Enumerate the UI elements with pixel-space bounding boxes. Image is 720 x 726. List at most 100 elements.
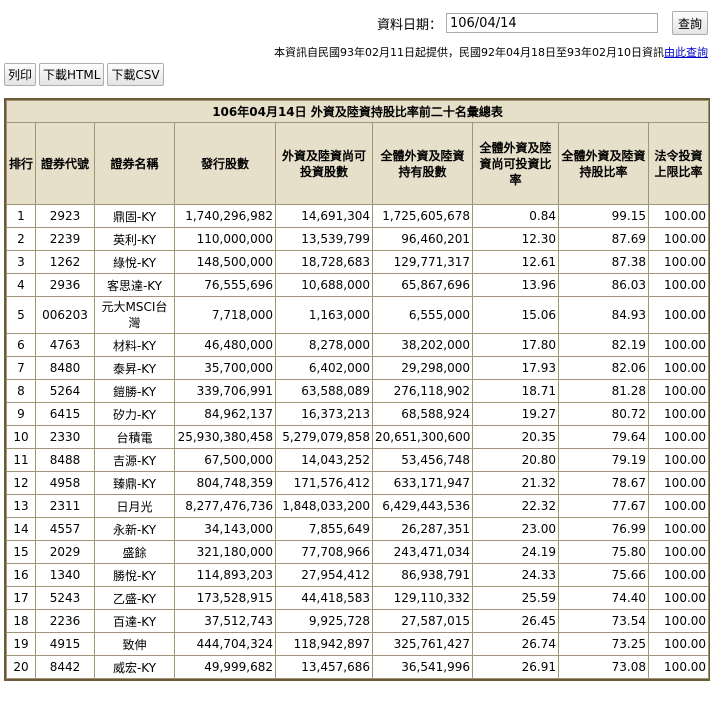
download-csv-button[interactable]: 下載CSV: [107, 63, 164, 86]
cell-rank: 17: [6, 586, 36, 610]
cell-code: 2936: [35, 273, 95, 297]
cell-held: 27,587,015: [372, 609, 473, 633]
cell-limit-ratio: 100.00: [647, 655, 710, 679]
cell-rank: 13: [6, 494, 36, 518]
cell-available: 13,539,799: [275, 227, 373, 251]
info-notice: 本資訊自民國93年02月11日起提供，民國92年04月18日至93年02月10日…: [274, 44, 708, 60]
col-header-code: 證券代號: [35, 122, 95, 205]
cell-limit-ratio: 100.00: [647, 471, 710, 495]
cell-available: 10,688,000: [275, 273, 373, 297]
table-row: 16 1340 勝悅-KY 114,893,203 27,954,412 86,938,7…: [6, 563, 710, 587]
cell-code: 2923: [35, 204, 95, 228]
cell-available: 13,457,686: [275, 655, 373, 679]
col-header-held-ratio: 全體外資及陸資持股比率: [558, 122, 649, 205]
cell-held-ratio: 87.69: [558, 227, 649, 251]
cell-available-ratio: 0.84: [472, 204, 559, 228]
cell-held: 1,725,605,678: [372, 204, 473, 228]
cell-name: 矽力-KY: [94, 402, 175, 426]
cell-available-ratio: 17.93: [472, 356, 559, 380]
table-row: 12 4958 臻鼎-KY 804,748,359 171,576,412 633,171…: [6, 471, 710, 495]
cell-limit-ratio: 100.00: [647, 609, 710, 633]
cell-held: 38,202,000: [372, 333, 473, 357]
col-header-held: 全體外資及陸資持有股數: [372, 122, 473, 205]
cell-issued: 1,740,296,982: [174, 204, 276, 228]
cell-available: 171,576,412: [275, 471, 373, 495]
cell-code: 8488: [35, 448, 95, 472]
cell-name: 致伸: [94, 632, 175, 656]
cell-available-ratio: 13.96: [472, 273, 559, 297]
cell-limit-ratio: 100.00: [647, 540, 710, 564]
cell-code: 5243: [35, 586, 95, 610]
cell-available-ratio: 25.59: [472, 586, 559, 610]
date-input[interactable]: [445, 13, 658, 33]
cell-available: 118,942,897: [275, 632, 373, 656]
cell-name: 鎧勝-KY: [94, 379, 175, 403]
cell-limit-ratio: 100.00: [647, 333, 710, 357]
cell-available-ratio: 12.61: [472, 250, 559, 274]
cell-held: 36,541,996: [372, 655, 473, 679]
table-row: 13 2311 日月光 8,277,476,736 1,848,033,200 6,429…: [6, 494, 710, 518]
cell-available: 27,954,412: [275, 563, 373, 587]
cell-rank: 16: [6, 563, 36, 587]
cell-issued: 339,706,991: [174, 379, 276, 403]
cell-name: 泰昇-KY: [94, 356, 175, 380]
cell-held-ratio: 82.06: [558, 356, 649, 380]
cell-available: 6,402,000: [275, 356, 373, 380]
table-row: 4 2936 客思達-KY 76,555,696 10,688,000 65,867,69…: [6, 273, 710, 297]
cell-held: 6,555,000: [372, 296, 473, 334]
query-button[interactable]: 查詢: [671, 11, 708, 35]
table-row: 3 1262 綠悅-KY 148,500,000 18,728,683 129,771,3…: [6, 250, 710, 274]
table-row: 9 6415 矽力-KY 84,962,137 16,373,213 68,588,924…: [6, 402, 710, 426]
cell-held-ratio: 75.66: [558, 563, 649, 587]
cell-rank: 14: [6, 517, 36, 541]
cell-available: 5,279,079,858: [275, 425, 373, 449]
cell-available-ratio: 12.30: [472, 227, 559, 251]
cell-name: 鼎固-KY: [94, 204, 175, 228]
cell-held: 53,456,748: [372, 448, 473, 472]
cell-available-ratio: 21.32: [472, 471, 559, 495]
cell-rank: 7: [6, 356, 36, 380]
cell-held-ratio: 87.38: [558, 250, 649, 274]
cell-available-ratio: 18.71: [472, 379, 559, 403]
cell-available: 16,373,213: [275, 402, 373, 426]
header-row: 排行 證券代號 證券名稱 發行股數 外資及陸資尚可投資股數 全體外資及陸資持有股…: [6, 122, 710, 205]
cell-held-ratio: 79.19: [558, 448, 649, 472]
date-query-bar: 資料日期： 查詢: [377, 11, 708, 35]
cell-held: 65,867,696: [372, 273, 473, 297]
cell-rank: 2: [6, 227, 36, 251]
cell-code: 4915: [35, 632, 95, 656]
notice-link[interactable]: 由此查詢: [664, 46, 708, 59]
cell-available-ratio: 15.06: [472, 296, 559, 334]
cell-issued: 8,277,476,736: [174, 494, 276, 518]
cell-held: 96,460,201: [372, 227, 473, 251]
print-button[interactable]: 列印: [4, 63, 37, 86]
table-row: 10 2330 台積電 25,930,380,458 5,279,079,858 20,6…: [6, 425, 710, 449]
cell-issued: 114,893,203: [174, 563, 276, 587]
cell-issued: 25,930,380,458: [174, 425, 276, 449]
cell-held-ratio: 82.19: [558, 333, 649, 357]
cell-rank: 8: [6, 379, 36, 403]
cell-held: 6,429,443,536: [372, 494, 473, 518]
cell-issued: 34,143,000: [174, 517, 276, 541]
cell-available: 18,728,683: [275, 250, 373, 274]
cell-limit-ratio: 100.00: [647, 586, 710, 610]
table-caption: 106年04月14日 外資及陸資持股比率前二十名彙總表: [5, 100, 710, 123]
cell-available-ratio: 22.32: [472, 494, 559, 518]
cell-held-ratio: 86.03: [558, 273, 649, 297]
cell-available: 9,925,728: [275, 609, 373, 633]
cell-rank: 4: [6, 273, 36, 297]
cell-held: 20,651,300,600: [372, 425, 473, 449]
cell-rank: 1: [6, 204, 36, 228]
cell-limit-ratio: 100.00: [647, 632, 710, 656]
cell-issued: 76,555,696: [174, 273, 276, 297]
download-html-button[interactable]: 下載HTML: [39, 63, 105, 86]
cell-code: 4557: [35, 517, 95, 541]
cell-name: 盛餘: [94, 540, 175, 564]
cell-code: 2029: [35, 540, 95, 564]
cell-available: 44,418,583: [275, 586, 373, 610]
cell-held: 68,588,924: [372, 402, 473, 426]
cell-available: 14,043,252: [275, 448, 373, 472]
table-row: 6 4763 材料-KY 46,480,000 8,278,000 38,202,000 1…: [6, 333, 710, 357]
cell-name: 威宏-KY: [94, 655, 175, 679]
cell-available: 8,278,000: [275, 333, 373, 357]
